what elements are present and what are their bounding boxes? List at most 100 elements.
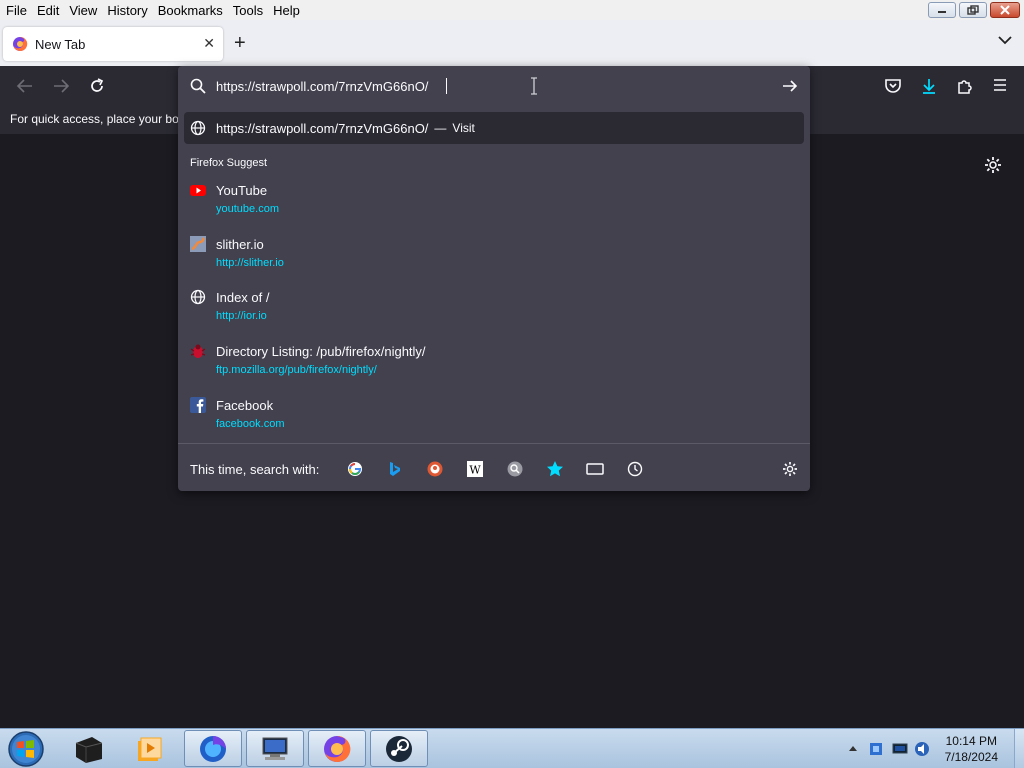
menu-tools[interactable]: Tools bbox=[232, 3, 264, 18]
tab-new-tab[interactable]: New Tab ✕ bbox=[3, 27, 223, 61]
menu-bar: File Edit View History Bookmarks Tools H… bbox=[0, 0, 1024, 20]
youtube-icon bbox=[190, 185, 206, 196]
google-icon bbox=[348, 462, 362, 476]
visit-url: https://strawpoll.com/7rnzVmG66nO/ bbox=[216, 120, 429, 136]
suggestion-title: slither.io bbox=[216, 237, 264, 252]
suggestion-url: http://ior.io bbox=[216, 310, 267, 322]
menu-edit[interactable]: Edit bbox=[36, 3, 60, 18]
show-desktop-button[interactable] bbox=[1014, 729, 1024, 768]
start-button[interactable] bbox=[4, 729, 50, 768]
windows-start-icon bbox=[8, 731, 44, 767]
clock-time: 10:14 PM bbox=[945, 734, 997, 748]
menu-file[interactable]: File bbox=[5, 3, 28, 18]
star-icon bbox=[547, 461, 563, 477]
wikipedia-icon: W bbox=[467, 461, 483, 477]
suggestion-facebook[interactable]: Facebook facebook.com bbox=[190, 395, 790, 439]
gear-icon[interactable] bbox=[984, 156, 1002, 174]
history-search-button[interactable] bbox=[626, 460, 644, 478]
url-input[interactable] bbox=[216, 77, 546, 95]
suggestion-title: Directory Listing: /pub/firefox/nightly/ bbox=[216, 344, 426, 359]
clock-date: 7/18/2024 bbox=[944, 750, 998, 764]
menu-help[interactable]: Help bbox=[272, 3, 301, 18]
suggestion-url: youtube.com bbox=[216, 203, 279, 215]
duckduckgo-icon bbox=[427, 461, 443, 477]
minimize-button[interactable] bbox=[928, 2, 956, 18]
extensions-icon[interactable] bbox=[956, 77, 974, 95]
volume-tray-icon[interactable] bbox=[914, 741, 930, 757]
search-with-label: This time, search with: bbox=[190, 462, 320, 477]
magnifier-icon bbox=[507, 461, 523, 477]
suggestion-title: YouTube bbox=[216, 183, 268, 198]
go-arrow-icon[interactable] bbox=[782, 78, 798, 94]
globe-icon bbox=[190, 120, 206, 136]
ibeam-cursor-icon bbox=[531, 77, 537, 95]
firefox-dev-icon bbox=[200, 736, 226, 762]
pocket-icon[interactable] bbox=[884, 77, 902, 95]
urlbar-dropdown: https://strawpoll.com/7rnzVmG66nO/ — Vis… bbox=[178, 66, 810, 491]
suggestion-youtube[interactable]: YouTube youtube.com bbox=[190, 180, 790, 224]
suggestion-title: Index of / bbox=[216, 290, 270, 305]
forward-icon[interactable] bbox=[52, 77, 70, 95]
computer-icon bbox=[262, 737, 288, 760]
reload-icon[interactable] bbox=[88, 77, 106, 95]
bookmarks-hint: For quick access, place your boo bbox=[10, 112, 186, 126]
bug-icon bbox=[190, 344, 206, 358]
chevron-down-icon[interactable] bbox=[998, 35, 1012, 45]
bookmarks-search-button[interactable] bbox=[546, 460, 564, 478]
text-caret bbox=[446, 78, 447, 94]
menu-bookmarks[interactable]: Bookmarks bbox=[157, 3, 224, 18]
steam-icon bbox=[386, 736, 412, 762]
google-button[interactable] bbox=[346, 460, 364, 478]
taskbar-firefox-dev-button[interactable] bbox=[184, 730, 242, 767]
window-controls bbox=[928, 2, 1020, 18]
globe-icon bbox=[190, 289, 206, 305]
slither-icon bbox=[190, 236, 206, 252]
svg-text:W: W bbox=[469, 464, 481, 477]
suggestion-url: ftp.mozilla.org/pub/firefox/nightly/ bbox=[216, 364, 377, 376]
tab-label: New Tab bbox=[35, 36, 86, 52]
system-tray: 10:14 PM 7/18/2024 bbox=[834, 729, 1024, 768]
display-tray-icon[interactable] bbox=[892, 741, 908, 757]
firefox-icon bbox=[13, 36, 28, 51]
network-tray-icon[interactable] bbox=[868, 741, 884, 757]
suggestion-url: facebook.com bbox=[216, 418, 285, 430]
terminal-app-icon[interactable] bbox=[72, 733, 104, 765]
tab-icon bbox=[586, 463, 604, 475]
tab-close-icon[interactable]: ✕ bbox=[203, 35, 215, 52]
new-tab-button[interactable]: + bbox=[234, 33, 246, 53]
restore-button[interactable] bbox=[959, 2, 987, 18]
search-settings-gear-icon[interactable] bbox=[782, 461, 798, 477]
suggest-heading: Firefox Suggest bbox=[190, 157, 268, 169]
suggestion-slither[interactable]: slither.io http://slither.io bbox=[190, 234, 790, 278]
wikipedia-button[interactable]: W bbox=[466, 460, 484, 478]
tray-expand-icon[interactable] bbox=[848, 744, 858, 752]
clock-icon bbox=[627, 461, 643, 477]
urlbar bbox=[178, 66, 810, 106]
search-engine-bar: This time, search with: W bbox=[178, 443, 810, 491]
tabs-search-button[interactable] bbox=[586, 460, 604, 478]
hamburger-menu-icon[interactable] bbox=[992, 77, 1008, 93]
suggestion-url: http://slither.io bbox=[216, 257, 284, 269]
duckduckgo-button[interactable] bbox=[426, 460, 444, 478]
visit-label: Visit bbox=[452, 121, 475, 135]
downloads-icon[interactable] bbox=[920, 77, 938, 95]
taskbar-firefox-button[interactable] bbox=[308, 730, 366, 767]
close-window-button[interactable] bbox=[990, 2, 1020, 18]
facebook-icon bbox=[190, 397, 206, 413]
suggestion-title: Facebook bbox=[216, 398, 274, 413]
suggestion-directory-listing[interactable]: Directory Listing: /pub/firefox/nightly/… bbox=[190, 341, 790, 385]
visit-suggestion[interactable]: https://strawpoll.com/7rnzVmG66nO/ — Vis… bbox=[184, 112, 804, 144]
menu-view[interactable]: View bbox=[68, 3, 98, 18]
media-player-icon[interactable] bbox=[134, 733, 166, 765]
taskbar-steam-button[interactable] bbox=[370, 730, 428, 767]
menu-history[interactable]: History bbox=[106, 3, 148, 18]
minimize-icon bbox=[938, 11, 946, 13]
taskbar-computer-button[interactable] bbox=[246, 730, 304, 767]
clock[interactable]: 10:14 PM 7/18/2024 bbox=[945, 733, 998, 765]
suggestion-index[interactable]: Index of / http://ior.io bbox=[190, 287, 790, 331]
bing-button[interactable] bbox=[386, 460, 404, 478]
visit-separator: — bbox=[434, 121, 447, 135]
search-engine-button[interactable] bbox=[506, 460, 524, 478]
back-icon[interactable] bbox=[16, 77, 34, 95]
close-icon bbox=[1000, 5, 1010, 15]
